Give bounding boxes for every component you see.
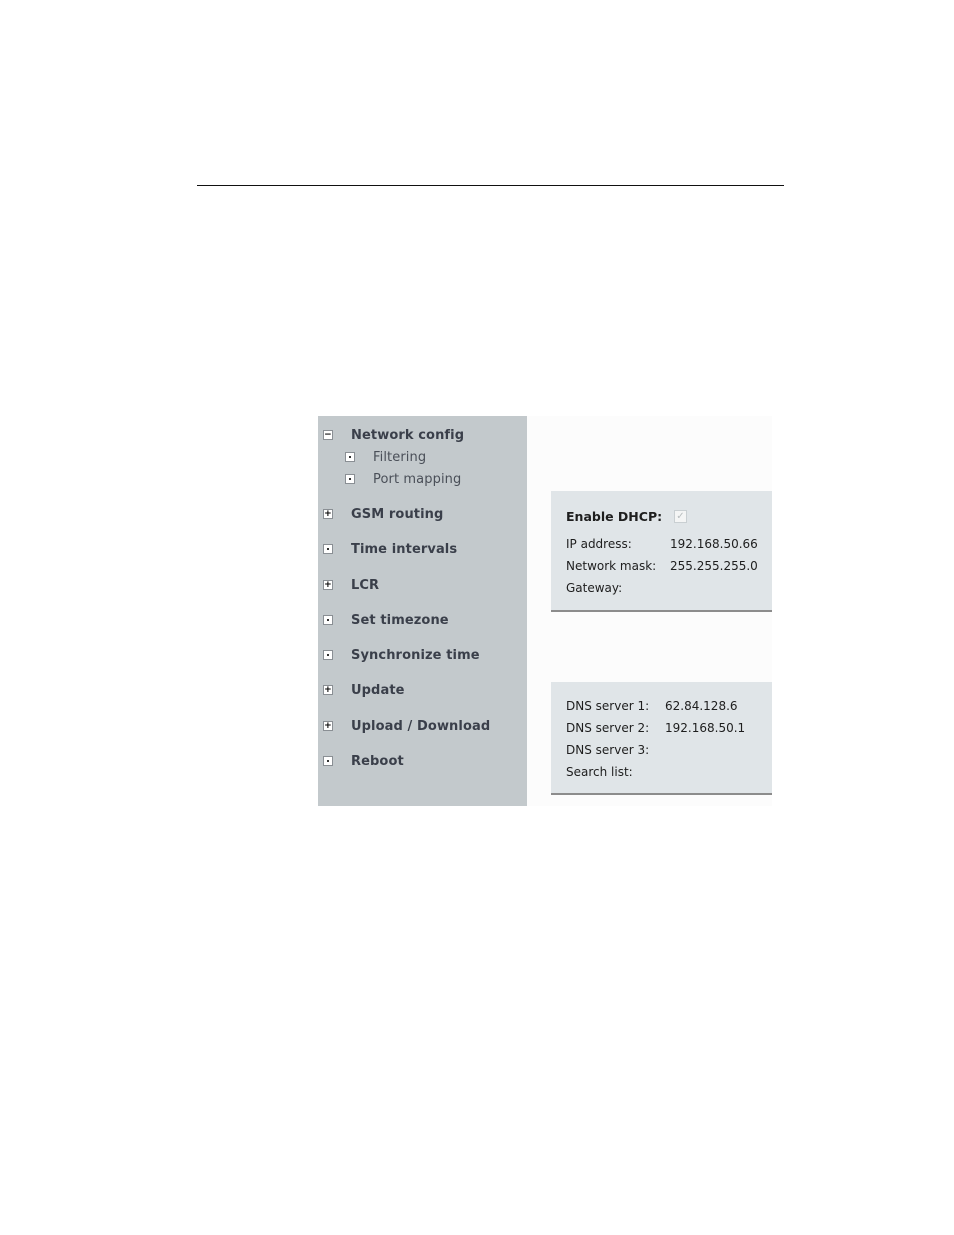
sidebar-item-label: Port mapping bbox=[373, 471, 462, 487]
expand-plus-icon[interactable]: + bbox=[323, 580, 333, 590]
leaf-dot-icon bbox=[323, 615, 333, 625]
sidebar-item-label: Network config bbox=[351, 427, 465, 443]
sidebar-item-label: Time intervals bbox=[351, 541, 458, 557]
leaf-dot-icon bbox=[323, 650, 333, 660]
expand-plus-icon[interactable]: + bbox=[323, 685, 333, 695]
dns-server-3-label: DNS server 3: bbox=[566, 743, 650, 757]
dns-server-1-value: 62.84.128.6 bbox=[665, 699, 738, 713]
router-config-screenshot: − Network config Filtering Port mapping … bbox=[318, 416, 772, 806]
gateway-label: Gateway: bbox=[566, 581, 623, 595]
network-mask-value: 255.255.255.0 bbox=[670, 559, 758, 573]
dns-settings-panel: DNS server 1: 62.84.128.6 DNS server 2: … bbox=[551, 682, 772, 795]
expand-plus-icon[interactable]: + bbox=[323, 509, 333, 519]
ip-address-label: IP address: bbox=[566, 537, 632, 551]
sidebar-item-label: LCR bbox=[351, 577, 380, 593]
dns-server-1-label: DNS server 1: bbox=[566, 699, 650, 713]
network-mask-label: Network mask: bbox=[566, 559, 657, 573]
collapse-minus-icon[interactable]: − bbox=[323, 430, 333, 440]
leaf-dot-icon bbox=[345, 474, 355, 484]
sidebar-item-label: Set timezone bbox=[351, 612, 449, 628]
leaf-dot-icon bbox=[345, 452, 355, 462]
ip-address-value: 192.168.50.66 bbox=[670, 537, 758, 551]
sidebar-item-label: Synchronize time bbox=[351, 647, 480, 663]
sidebar-item-label: Filtering bbox=[373, 449, 427, 465]
expand-plus-icon[interactable]: + bbox=[323, 721, 333, 731]
search-list-label: Search list: bbox=[566, 765, 633, 779]
dns-server-2-label: DNS server 2: bbox=[566, 721, 650, 735]
leaf-dot-icon bbox=[323, 544, 333, 554]
sidebar-item-label: Update bbox=[351, 682, 405, 698]
leaf-dot-icon bbox=[323, 756, 333, 766]
dhcp-label: Enable DHCP: bbox=[566, 509, 663, 524]
page-header-rule bbox=[197, 185, 784, 186]
sidebar-item-label: Upload / Download bbox=[351, 718, 491, 734]
sidebar-item-label: GSM routing bbox=[351, 506, 444, 522]
enable-dhcp-checkbox[interactable]: ✓ bbox=[674, 510, 687, 523]
dns-server-2-value: 192.168.50.1 bbox=[665, 721, 746, 735]
network-settings-panel: Enable DHCP: ✓ IP address: 192.168.50.66… bbox=[551, 491, 772, 612]
navigation-sidebar: − Network config Filtering Port mapping … bbox=[318, 416, 527, 806]
sidebar-item-label: Reboot bbox=[351, 753, 404, 769]
